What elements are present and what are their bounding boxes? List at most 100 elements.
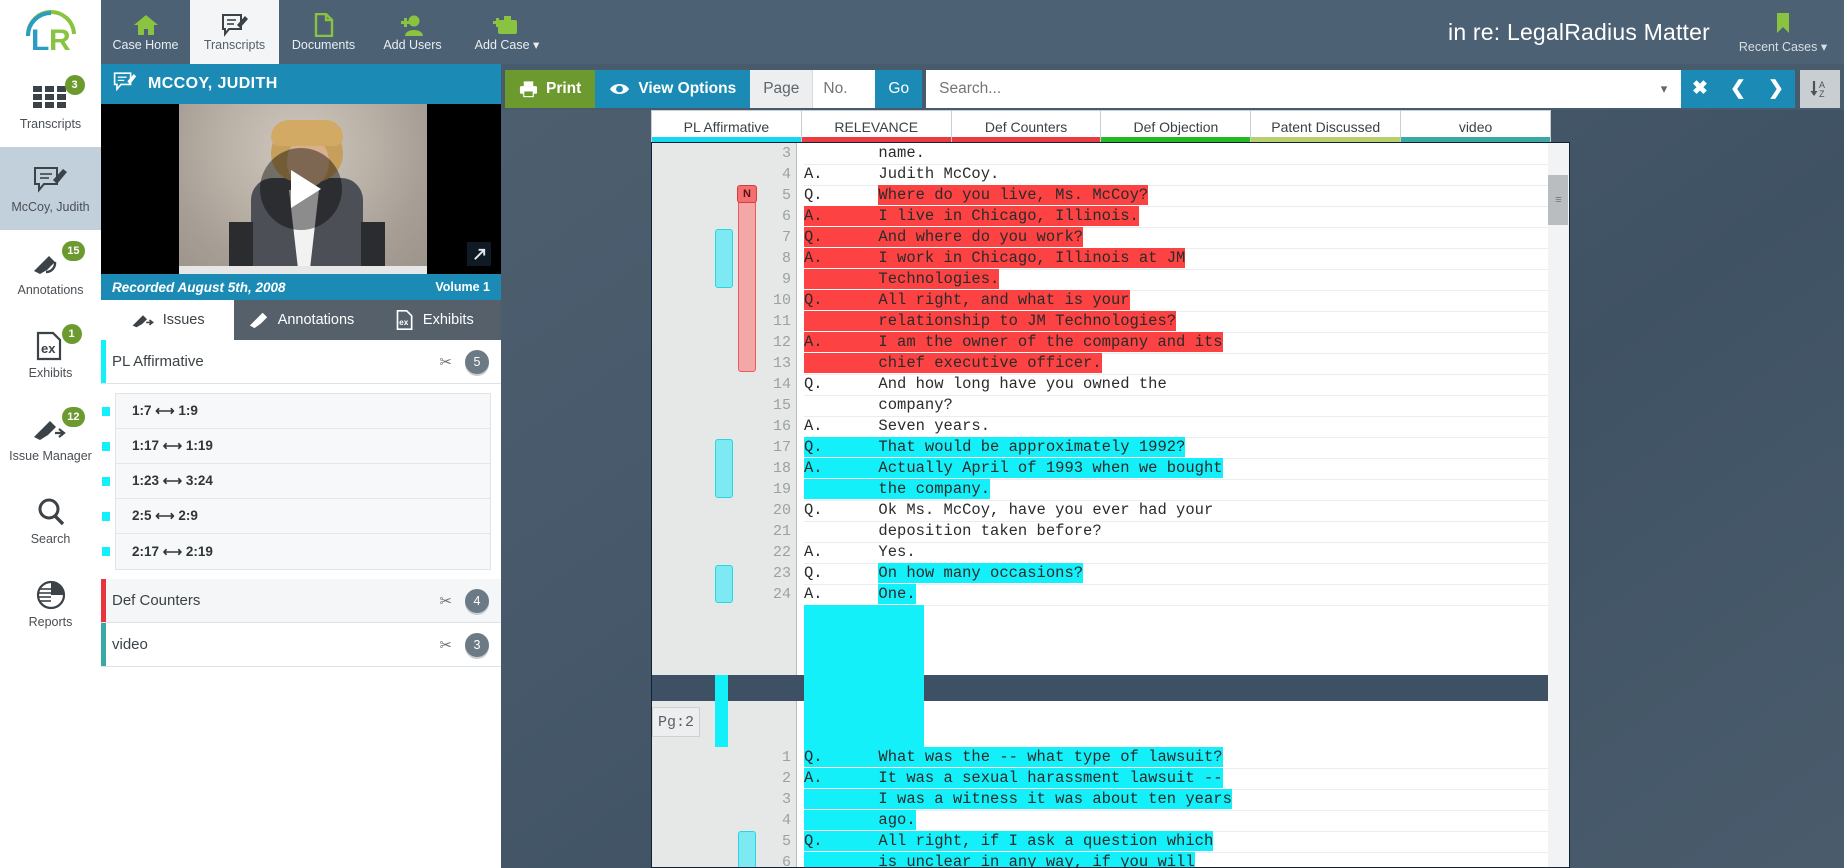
view-options-button[interactable]: View Options — [595, 69, 751, 108]
recent-cases-button[interactable]: Recent Cases ▾ — [1722, 0, 1844, 64]
sidebar-item-transcripts[interactable]: 3 Transcripts — [0, 64, 101, 147]
go-button[interactable]: Go — [875, 69, 923, 108]
transcript-line[interactable]: 9 Technologies. — [652, 269, 1550, 291]
transcript-text[interactable]: A. Judith McCoy. — [804, 164, 1550, 186]
transcript-text[interactable]: chief executive officer. — [804, 353, 1550, 375]
transcript-text[interactable]: Q. Where do you live, Ms. McCoy? — [804, 185, 1550, 207]
transcript-text[interactable]: company? — [804, 395, 1550, 417]
print-button[interactable]: Print — [505, 69, 596, 108]
transcript-line[interactable]: 7 Q. And where do you work? — [652, 227, 1550, 249]
tab-exhibits[interactable]: ex Exhibits — [368, 300, 501, 340]
clear-search-button[interactable]: ✖ — [1681, 69, 1719, 108]
issue-tab-def-objection[interactable]: Def Objection — [1101, 111, 1252, 142]
transcript-line[interactable]: 22 A. Yes. — [652, 542, 1550, 564]
transcript-line[interactable]: 3 I was a witness it was about ten years — [652, 789, 1550, 811]
transcript-line[interactable]: 6 is unclear in any way, if you will — [652, 852, 1550, 867]
list-item[interactable]: 1:23 ⟷ 3:24 — [102, 464, 490, 499]
issue-tab-video[interactable]: video — [1401, 111, 1550, 142]
transcript-line[interactable]: 16 A. Seven years. — [652, 416, 1550, 438]
issue-tab-def-counters[interactable]: Def Counters — [951, 111, 1102, 142]
sidebar-item-issue-manager[interactable]: 12 Issue Manager — [0, 396, 101, 479]
transcript-line[interactable]: 17 Q. That would be approximately 1992? — [652, 437, 1550, 459]
nav-transcripts[interactable]: Transcripts — [190, 0, 279, 64]
transcript-viewer[interactable]: 3 name. 4 A. Judith McCoy. 5 Q. Where do you… — [651, 142, 1551, 868]
transcript-line[interactable]: 1 Q. What was the -- what type of lawsuit… — [652, 747, 1550, 769]
list-item[interactable]: 2:17 ⟷ 2:19 — [102, 534, 490, 569]
transcript-line[interactable]: 23 Q. On how many occasions? — [652, 563, 1550, 585]
sidebar-item-reports[interactable]: Reports — [0, 562, 101, 645]
transcript-text[interactable]: A. One. — [804, 584, 1550, 606]
transcript-text[interactable]: I was a witness it was about ten years — [804, 789, 1550, 811]
issue-tab-patent-discussed[interactable]: Patent Discussed — [1251, 111, 1402, 142]
transcript-text[interactable]: A. Actually April of 1993 when we bought — [804, 458, 1550, 480]
issue-tab-pl-affirmative[interactable]: PL Affirmative — [652, 111, 802, 142]
transcript-line[interactable]: 20 Q. Ok Ms. McCoy, have you ever had you… — [652, 500, 1550, 522]
transcript-text[interactable]: A. I live in Chicago, Illinois. — [804, 206, 1550, 228]
transcript-line[interactable]: 3 name. — [652, 143, 1550, 165]
transcript-scrollbar[interactable]: ≡ — [1548, 142, 1570, 868]
scissors-icon[interactable]: ✂ — [439, 353, 452, 371]
transcript-text[interactable]: Q. All right, if I ask a question which — [804, 831, 1550, 853]
search-input[interactable] — [926, 70, 1647, 107]
list-item[interactable]: 1:7 ⟷ 1:9 — [102, 394, 490, 429]
transcript-text[interactable]: Q. On how many occasions? — [804, 563, 1550, 585]
transcript-text[interactable]: the company. — [804, 479, 1550, 501]
nav-add-users[interactable]: Add Users — [368, 0, 457, 64]
transcript-text[interactable]: Q. All right, and what is your — [804, 290, 1550, 312]
scissors-icon[interactable]: ✂ — [439, 636, 452, 654]
transcript-text[interactable]: is unclear in any way, if you will — [804, 852, 1550, 867]
next-result-button[interactable]: ❯ — [1757, 69, 1795, 108]
transcript-line[interactable]: 4 ago. — [652, 810, 1550, 832]
sidebar-item-annotations[interactable]: 15 Annotations — [0, 230, 101, 313]
transcript-text[interactable]: Q. And how long have you owned the — [804, 374, 1550, 396]
transcript-line[interactable]: 8 A. I work in Chicago, Illinois at JM — [652, 248, 1550, 270]
play-button[interactable] — [260, 148, 342, 230]
transcript-text[interactable]: Technologies. — [804, 269, 1550, 291]
issue-group-video[interactable]: video ✂ 3 — [101, 623, 501, 667]
transcript-line[interactable]: 13 chief executive officer. — [652, 353, 1550, 375]
video-player[interactable] — [101, 104, 501, 274]
issue-tab-relevance[interactable]: RELEVANCE — [801, 111, 952, 142]
transcript-text[interactable]: deposition taken before? — [804, 521, 1550, 543]
transcript-line[interactable]: 14 Q. And how long have you owned the — [652, 374, 1550, 396]
transcript-text[interactable]: A. I work in Chicago, Illinois at JM — [804, 248, 1550, 270]
transcript-text[interactable]: ago. — [804, 810, 1550, 832]
transcript-text[interactable]: Q. Ok Ms. McCoy, have you ever had your — [804, 500, 1550, 522]
transcript-text[interactable]: A. It was a sexual harassment lawsuit -- — [804, 768, 1550, 790]
nav-documents[interactable]: Documents — [279, 0, 368, 64]
issue-group-def-counters[interactable]: Def Counters ✂ 4 — [101, 579, 501, 623]
expand-video-button[interactable] — [467, 242, 491, 266]
transcript-line[interactable]: 18 A. Actually April of 1993 when we boug… — [652, 458, 1550, 480]
sidebar-item-mccoy-judith[interactable]: McCoy, Judith — [0, 147, 101, 230]
previous-result-button[interactable]: ❮ — [1719, 69, 1757, 108]
transcript-line[interactable]: 2 A. It was a sexual harassment lawsuit -… — [652, 768, 1550, 790]
transcript-line[interactable]: 4 A. Judith McCoy. — [652, 164, 1550, 186]
transcript-text[interactable]: Q. That would be approximately 1992? — [804, 437, 1550, 459]
transcript-line[interactable]: 11 relationship to JM Technologies? — [652, 311, 1550, 333]
transcript-text[interactable]: name. — [804, 143, 1550, 165]
transcript-line[interactable]: 10 Q. All right, and what is your — [652, 290, 1550, 312]
margin-marker-cyan[interactable] — [738, 831, 756, 867]
sort-az-button[interactable]: A Z — [1800, 69, 1840, 108]
margin-marker-cyan[interactable] — [715, 439, 733, 498]
page-number-input[interactable] — [813, 69, 876, 108]
app-logo[interactable]: L R — [0, 0, 101, 64]
transcript-line[interactable]: 21 deposition taken before? — [652, 521, 1550, 543]
margin-marker-cyan[interactable] — [715, 229, 733, 288]
transcript-text[interactable]: Q. What was the -- what type of lawsuit? — [804, 747, 1550, 769]
transcript-text[interactable]: A. Yes. — [804, 542, 1550, 564]
transcript-line[interactable]: 15 company? — [652, 395, 1550, 417]
transcript-line[interactable]: 19 the company. — [652, 479, 1550, 501]
scissors-icon[interactable]: ✂ — [439, 592, 452, 610]
transcript-text[interactable]: Q. And where do you work? — [804, 227, 1550, 249]
transcript-line[interactable]: 5 Q. All right, if I ask a question which — [652, 831, 1550, 853]
transcript-line[interactable]: 5 Q. Where do you live, Ms. McCoy? — [652, 185, 1550, 207]
sidebar-item-exhibits[interactable]: ex 1 Exhibits — [0, 313, 101, 396]
nav-case-home[interactable]: Case Home — [101, 0, 190, 64]
issue-group-pl-affirmative[interactable]: PL Affirmative ✂ 5 — [101, 340, 501, 384]
scrollbar-thumb[interactable]: ≡ — [1548, 175, 1568, 225]
transcript-line[interactable]: 6 A. I live in Chicago, Illinois. — [652, 206, 1550, 228]
nav-add-case[interactable]: Add Case ▾ — [457, 0, 557, 64]
chevron-down-icon[interactable]: ▾ — [1647, 81, 1681, 97]
transcript-line[interactable]: 24 A. One. — [652, 584, 1550, 606]
